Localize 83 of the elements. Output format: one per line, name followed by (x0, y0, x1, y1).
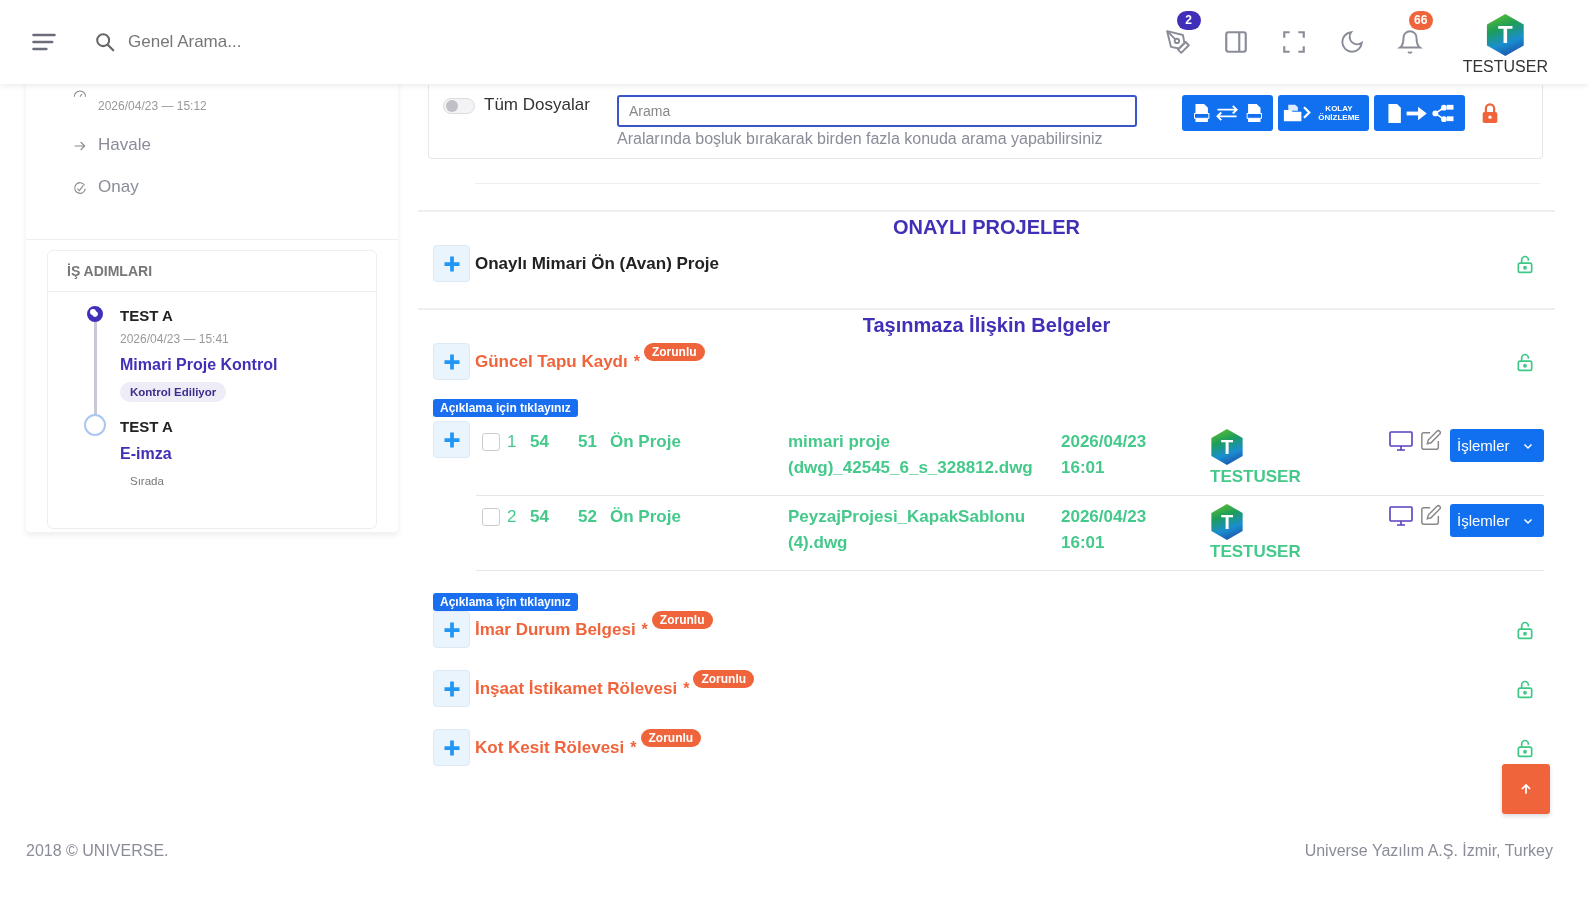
pen-icon[interactable] (1164, 29, 1191, 55)
add-button[interactable] (433, 611, 470, 648)
copyright-text: 2018 © UNIVERSE. (26, 842, 169, 860)
step-user: TEST A (120, 307, 174, 324)
row-number: 1 (507, 432, 517, 451)
table-cell: 54 (530, 507, 549, 526)
file-type: Ön Proje (610, 507, 681, 526)
step-task: Mimari Proje Kontrol (120, 356, 278, 374)
checkbox[interactable] (482, 508, 500, 526)
monitor-icon[interactable] (1388, 429, 1414, 453)
convert-button[interactable] (1182, 95, 1273, 131)
add-button[interactable] (433, 421, 470, 458)
search-hint: Aralarında boşluk bırakarak birden fazla konuda arama yapabilirsiniz (617, 130, 1104, 148)
upload-date: 2026/04/23 16:01 (1061, 506, 1148, 554)
section-title: ONAYLI PROJELER (891, 215, 1082, 239)
file-convert-icon (1191, 102, 1264, 124)
status-tag: Kontrol Ediliyor (120, 382, 227, 402)
section-title: Taşınmaza İlişkin Belgeler (861, 313, 1112, 337)
checkbox[interactable] (482, 433, 500, 451)
required-mark: * (633, 352, 640, 371)
add-button[interactable] (433, 343, 470, 380)
required-badge: Zorunlu (693, 670, 755, 688)
share-button[interactable] (1374, 95, 1465, 131)
history-label: Onay (98, 177, 139, 197)
fullscreen-icon[interactable] (1280, 29, 1307, 55)
required-mark: * (641, 620, 648, 639)
actions-dropdown[interactable]: İşlemler (1450, 429, 1544, 462)
row-number: 2 (507, 507, 517, 526)
table-cell: 54 (530, 432, 549, 451)
preview-button[interactable]: KOLAY ÖNİZLEME (1278, 95, 1369, 131)
user-name[interactable]: TESTUSER (1462, 58, 1548, 76)
edit-icon[interactable] (1420, 429, 1442, 451)
document-title: İnşaat İstikamet Rölevesi (475, 678, 678, 699)
card-title: İŞ ADIMLARI (48, 251, 376, 292)
search-field[interactable]: Arama (617, 95, 1137, 127)
scroll-top-button[interactable] (1502, 764, 1550, 814)
step-task: E-imza (120, 445, 173, 463)
count-badge: 2 (1176, 11, 1201, 30)
required-mark: * (683, 679, 690, 698)
user-name: TESTUSER (1210, 542, 1301, 562)
required-badge: Zorunlu (640, 729, 702, 747)
table-cell: 52 (578, 507, 597, 526)
step-date: 2026/04/23 — 15:41 (120, 332, 230, 346)
user-name: TESTUSER (1210, 467, 1301, 487)
arrow-up-icon (1519, 782, 1533, 796)
add-button[interactable] (433, 729, 470, 766)
add-button[interactable] (433, 245, 470, 282)
history-date: 2026/04/23 — 15:12 (98, 99, 207, 113)
search-icon[interactable] (94, 31, 116, 53)
document-title: İmar Durum Belgesi (475, 619, 636, 640)
add-button[interactable] (433, 670, 470, 707)
count-badge: 66 (1408, 11, 1433, 30)
toggle-switch[interactable] (443, 98, 475, 114)
required-mark: * (630, 738, 637, 757)
moon-icon[interactable] (1338, 29, 1365, 55)
status-tag: Sırada (120, 471, 174, 491)
history-label: Havale (98, 135, 151, 155)
required-badge: Zorunlu (651, 611, 713, 629)
panel-icon[interactable] (1222, 29, 1249, 55)
required-badge: Zorunlu (643, 343, 705, 361)
edit-icon[interactable] (1420, 504, 1442, 526)
note-button[interactable]: Açıklama için tıklayınız (433, 593, 578, 611)
search-field[interactable]: Genel Arama... (126, 31, 430, 53)
check-icon (72, 180, 88, 196)
monitor-icon[interactable] (1388, 504, 1414, 528)
company-text: Universe Yazılım A.Ş. İzmir, Turkey (1304, 842, 1553, 860)
document-title: Kot Kesit Rölevesi (475, 737, 625, 758)
user-avatar: T (1210, 429, 1244, 465)
document-title: Onaylı Mimari Ön (Avan) Proje (475, 253, 720, 274)
table-cell: 51 (578, 432, 597, 451)
upload-date: 2026/04/23 16:01 (1061, 431, 1148, 479)
user-avatar: T (1485, 14, 1526, 56)
actions-dropdown[interactable]: İşlemler (1450, 504, 1544, 537)
file-type: Ön Proje (610, 432, 681, 451)
note-button[interactable]: Açıklama için tıklayınız (433, 399, 578, 417)
user-avatar: T (1210, 504, 1244, 540)
toggle-label: Tüm Dosyalar (484, 95, 591, 115)
step-user: TEST A (120, 418, 174, 435)
bell-icon[interactable] (1396, 29, 1423, 55)
file-name: PeyzajProjesi_KapakSablonu (4).dwg (788, 507, 1026, 552)
file-name: mimari proje (dwg)_42545_6_s_328812.dwg (788, 432, 1033, 477)
folder-icon (1283, 102, 1311, 124)
document-title: Güncel Tapu Kaydı (475, 351, 628, 372)
